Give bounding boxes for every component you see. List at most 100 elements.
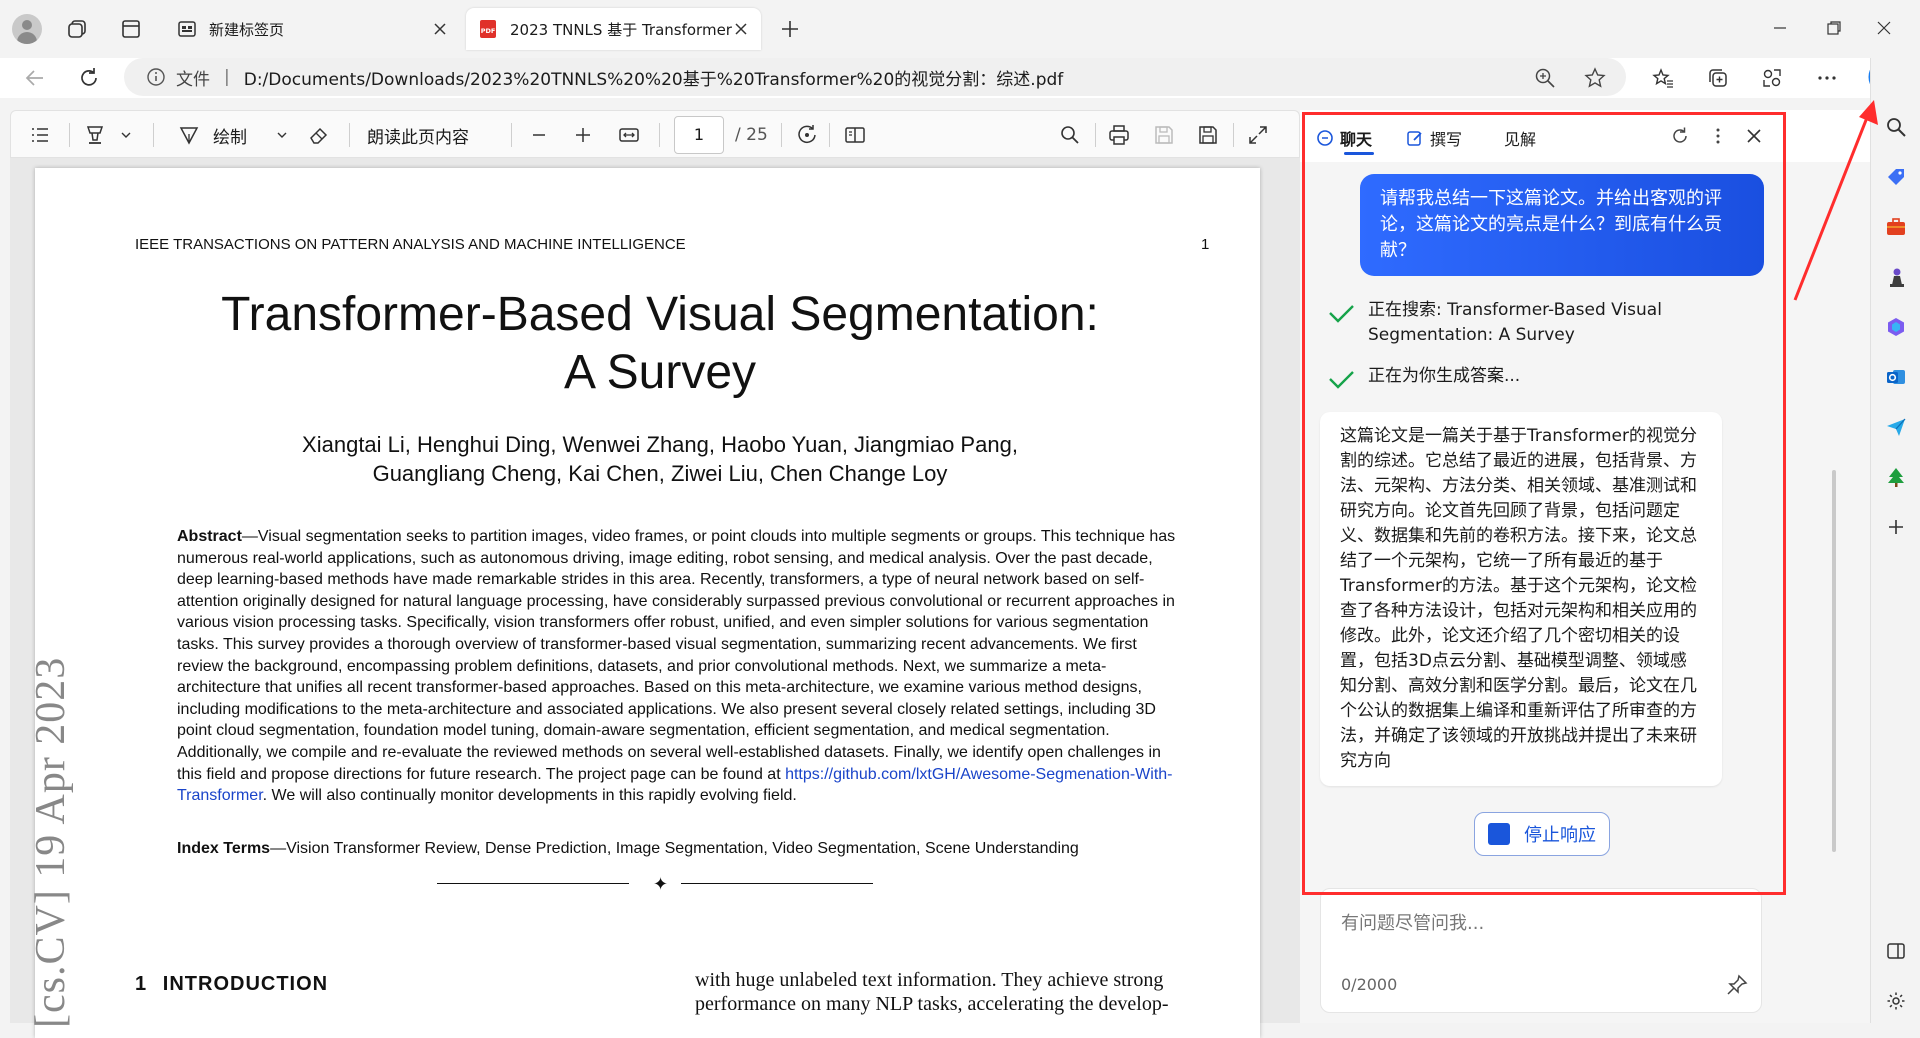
pin-icon[interactable] [1725, 973, 1749, 997]
pdf-icon: PDF [478, 19, 498, 39]
status-searching: 正在搜索: Transformer-Based Visual Segmentat… [1326, 298, 1726, 348]
send-drop-icon[interactable] [1883, 414, 1909, 440]
favorites-icon[interactable] [1648, 63, 1678, 93]
minimize-button[interactable] [1760, 12, 1800, 44]
close-tab-icon[interactable] [733, 21, 749, 37]
authors-line: Guangliang Cheng, Kai Chen, Ziwei Liu, C… [372, 461, 948, 486]
tab-compose[interactable]: 撰写 [1406, 126, 1462, 150]
collections-icon[interactable] [1703, 63, 1733, 93]
more-options-icon[interactable] [1706, 124, 1730, 148]
active-tab-indicator [1344, 152, 1374, 155]
status-generating-text: 正在为你生成答案... [1368, 366, 1521, 386]
close-tab-icon[interactable] [432, 21, 448, 37]
abstract-label: Abstract [177, 528, 242, 545]
pdf-viewer[interactable]: IEEE TRANSACTIONS ON PATTERN ANALYSIS AN… [10, 158, 1300, 1038]
browser-tab-bar: 新建标签页 PDF 2023 TNNLS 基于 Transformer 的视觉分… [0, 0, 1920, 58]
paper-title-line: Transformer-Based Visual Segmentation: [221, 288, 1099, 341]
status-search-text: 正在搜索: Transformer-Based Visual Segmentat… [1368, 300, 1662, 345]
char-counter: 0/2000 [1341, 975, 1398, 994]
tab-chat[interactable]: 聊天 [1316, 126, 1372, 150]
draw-label: 绘制 [213, 127, 247, 148]
tree-icon[interactable] [1883, 464, 1909, 490]
zoom-out-icon[interactable] [529, 123, 549, 147]
index-terms-text: —Vision Transformer Review, Dense Predic… [270, 840, 1079, 857]
copilot-header: 聊天 撰写 见解 [1300, 110, 1870, 162]
hide-sidebar-icon[interactable] [1883, 938, 1909, 964]
info-icon[interactable] [146, 67, 166, 87]
read-aloud-label: 朗读此页内容 [367, 127, 469, 148]
refresh-chat-icon[interactable] [1668, 124, 1692, 148]
contents-list-icon[interactable] [29, 123, 51, 147]
fit-width-icon[interactable] [617, 123, 641, 147]
read-aloud-button[interactable]: 朗读此页内容 [367, 123, 469, 148]
tab-insights[interactable]: 见解 [1504, 126, 1536, 150]
section-title: INTRODUCTION [162, 973, 329, 995]
zoom-in-icon[interactable] [573, 123, 593, 147]
stop-responding-button[interactable]: 停止响应 [1474, 812, 1610, 856]
refresh-button[interactable] [74, 63, 104, 93]
tab-chat-label: 聊天 [1340, 130, 1373, 149]
favorite-star-icon[interactable] [1584, 67, 1606, 89]
stop-square-icon [1488, 823, 1510, 845]
shopping-tag-icon[interactable] [1883, 164, 1909, 190]
address-bar[interactable]: 文件 | D:/Documents/Downloads/2023%20TNNLS… [124, 58, 1626, 96]
rotate-icon[interactable] [795, 123, 819, 147]
tools-briefcase-icon[interactable] [1883, 214, 1909, 240]
url-scheme-label: 文件 [176, 69, 210, 90]
assistant-answer: 这篇论文是一篇关于基于Transformer的视觉分割的综述。它总结了最近的进展… [1320, 412, 1722, 786]
input-placeholder: 有问题尽管问我... [1341, 913, 1485, 934]
address-bar-row: 文件 | D:/Documents/Downloads/2023%20TNNLS… [0, 58, 1870, 98]
index-terms-label: Index Terms [177, 840, 271, 857]
fullscreen-expand-icon[interactable] [1247, 123, 1269, 147]
abstract-tail: . We will also continually monitor devel… [262, 787, 797, 805]
restore-button[interactable] [1814, 12, 1854, 44]
highlight-options-chevron-icon[interactable] [119, 123, 133, 147]
eraser-icon[interactable] [307, 123, 331, 147]
chat-scrollbar[interactable] [1832, 470, 1836, 852]
outlook-icon[interactable] [1883, 364, 1909, 390]
back-button[interactable] [20, 63, 50, 93]
workspaces-icon[interactable] [62, 14, 92, 44]
save-disabled-icon[interactable] [1153, 123, 1175, 147]
tab-pdf-document[interactable]: PDF 2023 TNNLS 基于 Transformer 的视觉分割：综述.p… [466, 8, 761, 50]
check-icon [1326, 364, 1356, 394]
microsoft365-icon[interactable] [1883, 314, 1909, 340]
extensions-icon[interactable] [1757, 63, 1787, 93]
tab-compose-label: 撰写 [1430, 130, 1463, 149]
tab-title: 新建标签页 [209, 20, 285, 39]
draw-button[interactable]: 绘制 [177, 123, 247, 148]
paper-authors: Xiangtai Li, Henghui Ding, Wenwei Zhang,… [135, 430, 1185, 488]
chat-input[interactable]: 有问题尽管问我... 0/2000 [1320, 888, 1762, 1013]
search-icon[interactable] [1883, 114, 1909, 140]
print-icon[interactable] [1107, 123, 1131, 147]
profile-avatar[interactable] [12, 14, 42, 44]
close-panel-icon[interactable] [1742, 124, 1766, 148]
more-menu-icon[interactable] [1812, 63, 1842, 93]
column-two-text: with huge unlabeled text information. Th… [695, 968, 1225, 1016]
save-as-icon[interactable] [1197, 123, 1219, 147]
tab-new-tab[interactable]: 新建标签页 [165, 8, 460, 50]
user-message: 请帮我总结一下这篇论文。并给出客观的评论，这篇论文的亮点是什么？到底有什么贡献？ [1360, 174, 1764, 276]
new-tab-button[interactable] [775, 14, 805, 44]
paper-title-line: A Survey [563, 346, 757, 399]
compose-pencil-icon [1406, 129, 1424, 147]
status-generating: 正在为你生成答案... [1326, 364, 1726, 394]
abstract-text: —Visual segmentation seeks to partition … [177, 528, 1176, 783]
check-icon [1326, 298, 1356, 328]
close-window-button[interactable] [1864, 12, 1904, 44]
highlight-icon[interactable] [83, 123, 107, 147]
add-sidebar-app-icon[interactable] [1883, 514, 1909, 540]
page-number: 1 [1201, 236, 1210, 253]
arxiv-stamp: [cs.CV] 19 Apr 2023 [28, 656, 74, 1028]
url-text[interactable]: D:/Documents/Downloads/2023%20TNNLS%20%2… [244, 65, 1064, 90]
page-view-icon[interactable] [843, 123, 867, 147]
tab-actions-icon[interactable] [116, 14, 146, 44]
zoom-icon[interactable] [1534, 67, 1556, 89]
svg-text:PDF: PDF [481, 27, 496, 35]
divider-diamond: ✦ [653, 874, 669, 894]
draw-options-chevron-icon[interactable] [275, 123, 289, 147]
settings-gear-icon[interactable] [1883, 988, 1909, 1014]
page-number-input[interactable]: 1 [674, 116, 724, 154]
games-chess-icon[interactable] [1883, 264, 1909, 290]
find-search-icon[interactable] [1059, 123, 1081, 147]
